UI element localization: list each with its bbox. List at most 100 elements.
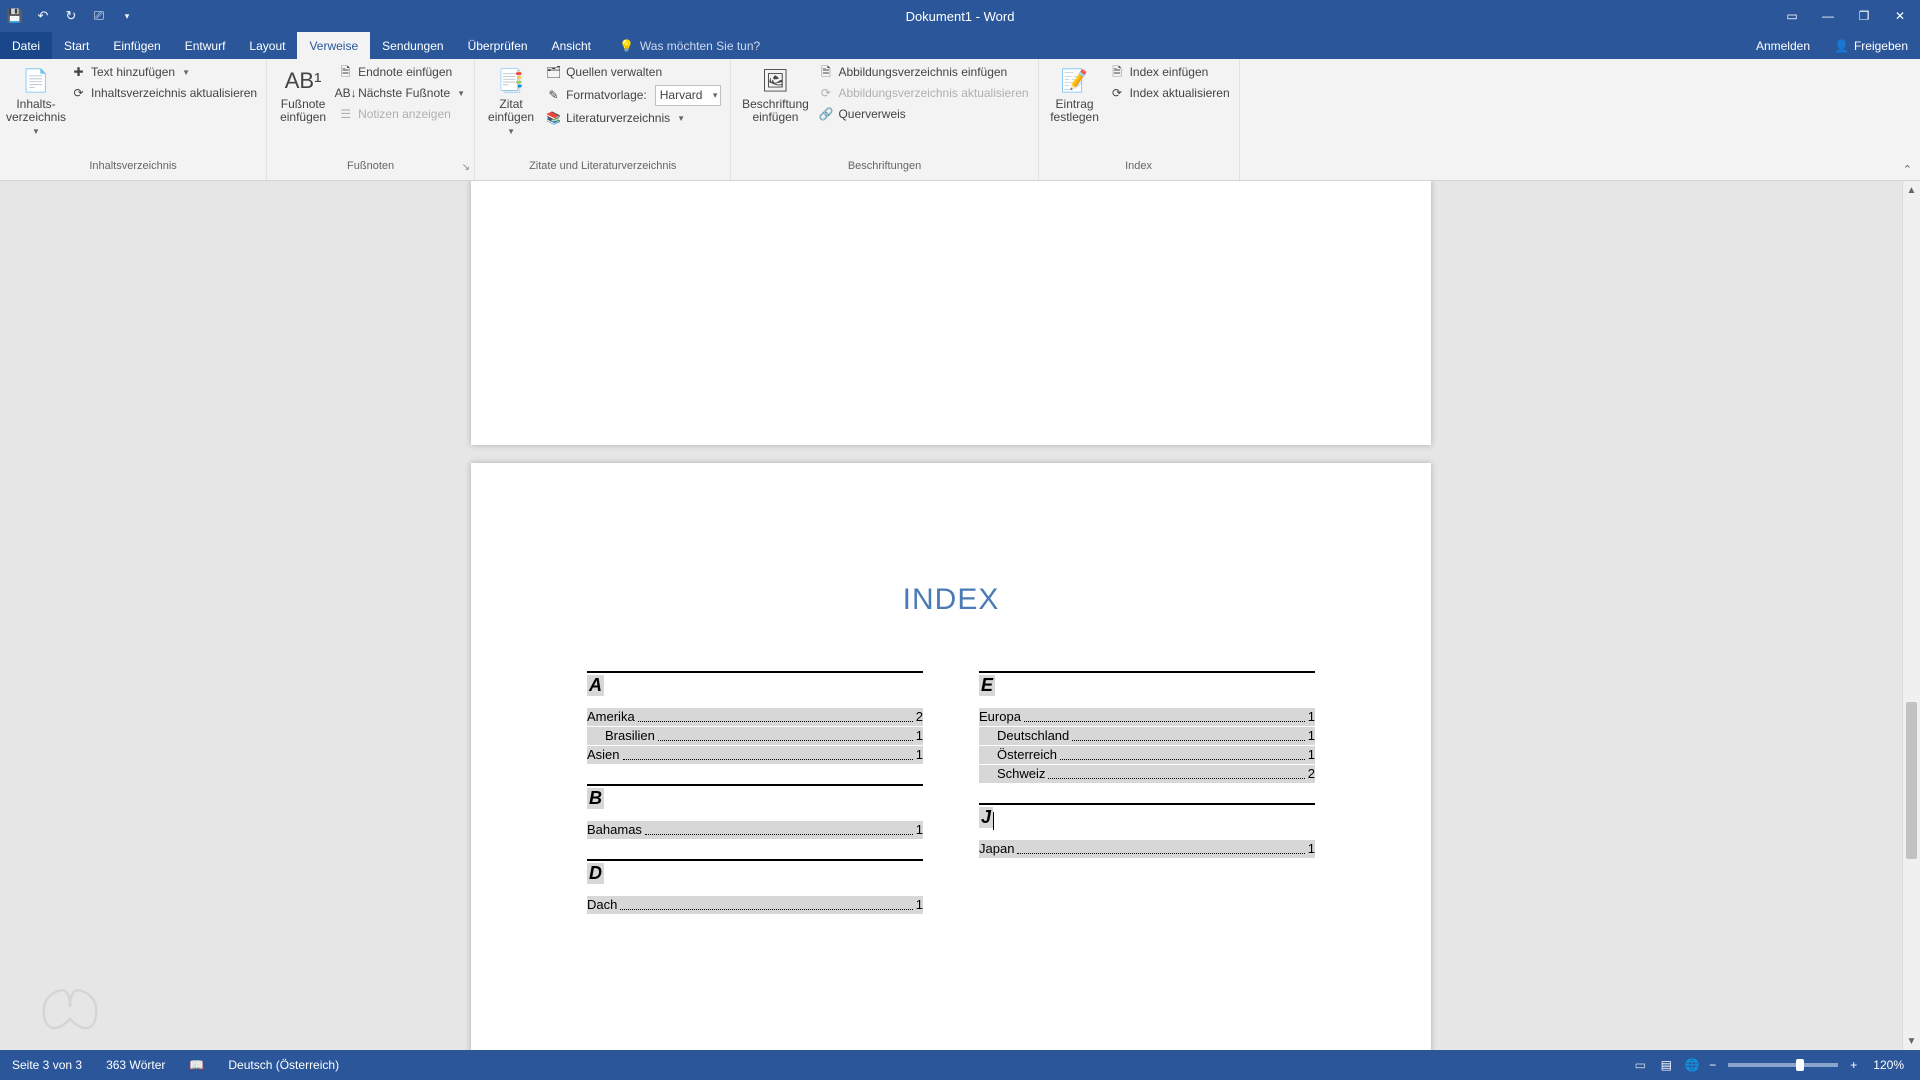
tab-layout[interactable]: Layout bbox=[237, 32, 297, 59]
group-index: 📝 Eintrag festlegen 🗎 Index einfügen ⟳ I… bbox=[1039, 59, 1240, 180]
insert-caption-button[interactable]: 🖼 Beschriftung einfügen bbox=[736, 62, 814, 126]
tab-überprüfen[interactable]: Überprüfen bbox=[456, 32, 540, 59]
zoom-slider-knob[interactable] bbox=[1796, 1059, 1804, 1071]
update-index-icon: ⟳ bbox=[1110, 86, 1125, 101]
insert-endnote-button[interactable]: 🗎 Endnote einfügen bbox=[338, 64, 465, 81]
tab-ansicht[interactable]: Ansicht bbox=[540, 32, 603, 59]
page-current[interactable]: INDEX AAmerika2Brasilien1Asien1BBahamas1… bbox=[471, 463, 1431, 1050]
view-web-layout-icon[interactable]: 🌐 bbox=[1679, 1055, 1705, 1075]
tab-verweise[interactable]: Verweise bbox=[297, 32, 370, 59]
index-entry-label: Österreich bbox=[997, 746, 1057, 764]
index-letter: A bbox=[587, 675, 604, 696]
view-print-layout-icon[interactable]: ▤ bbox=[1653, 1055, 1679, 1075]
ribbon-tabs: Datei StartEinfügenEntwurfLayoutVerweise… bbox=[0, 32, 1920, 59]
index-entry[interactable]: Österreich1 bbox=[979, 746, 1315, 764]
index-entries: Amerika2Brasilien1Asien1 bbox=[587, 708, 923, 764]
vertical-scrollbar[interactable]: ▲ ▼ bbox=[1902, 181, 1920, 1050]
index-entries: Bahamas1 bbox=[587, 821, 923, 839]
chevron-down-icon: ▼ bbox=[182, 64, 190, 81]
tab-einfügen[interactable]: Einfügen bbox=[101, 32, 172, 59]
zoom-in-button[interactable]: + bbox=[1846, 1058, 1861, 1072]
manage-sources-button[interactable]: 🗂 Quellen verwalten bbox=[546, 64, 721, 81]
index-entry[interactable]: Japan1 bbox=[979, 840, 1315, 858]
ribbon-display-options-icon[interactable]: ▭ bbox=[1778, 5, 1806, 27]
text-cursor bbox=[993, 812, 994, 830]
leader-dots bbox=[1048, 765, 1304, 779]
window-controls: ▭ — ❐ ✕ bbox=[1778, 5, 1920, 27]
index-column: EEuropa1Deutschland1Österreich1Schweiz2J… bbox=[979, 671, 1315, 934]
index-entry[interactable]: Asien1 bbox=[587, 746, 923, 764]
customize-qat-icon[interactable]: ▾ bbox=[118, 7, 136, 25]
zoom-slider[interactable] bbox=[1728, 1063, 1838, 1067]
minimize-button[interactable]: — bbox=[1814, 5, 1842, 27]
page-previous[interactable] bbox=[471, 181, 1431, 445]
update-toc-button[interactable]: ⟳ Inhaltsverzeichnis aktualisieren bbox=[71, 85, 257, 102]
group-label: Fußnoten↘ bbox=[267, 160, 474, 180]
sign-in-button[interactable]: Anmelden bbox=[1744, 32, 1822, 59]
index-entry-page: 1 bbox=[916, 896, 923, 914]
insert-citation-button[interactable]: 📑 Zitat einfügen ▼ bbox=[480, 62, 542, 140]
save-icon[interactable]: 💾 bbox=[6, 7, 24, 25]
zoom-level[interactable]: 120% bbox=[1861, 1058, 1920, 1072]
toc-button[interactable]: 📄 Inhalts- verzeichnis ▼ bbox=[5, 62, 67, 140]
tab-sendungen[interactable]: Sendungen bbox=[370, 32, 455, 59]
zoom-out-button[interactable]: − bbox=[1705, 1058, 1720, 1072]
group-label: Inhaltsverzeichnis bbox=[0, 160, 266, 180]
bibliography-button[interactable]: 📚 Literaturverzeichnis ▼ bbox=[546, 110, 721, 127]
insert-index-button[interactable]: 🗎 Index einfügen bbox=[1110, 64, 1230, 81]
tab-start[interactable]: Start bbox=[52, 32, 101, 59]
restore-button[interactable]: ❐ bbox=[1850, 5, 1878, 27]
tab-entwurf[interactable]: Entwurf bbox=[173, 32, 238, 59]
style-combo[interactable]: Harvard bbox=[655, 85, 722, 106]
index-entry[interactable]: Dach1 bbox=[587, 896, 923, 914]
insert-index-icon: 🗎 bbox=[1110, 65, 1125, 80]
index-entry[interactable]: Europa1 bbox=[979, 708, 1315, 726]
tell-me-placeholder: Was möchten Sie tun? bbox=[640, 39, 760, 53]
mark-entry-button[interactable]: 📝 Eintrag festlegen bbox=[1044, 62, 1106, 126]
index-entry[interactable]: Amerika2 bbox=[587, 708, 923, 726]
scroll-up-icon[interactable]: ▲ bbox=[1903, 181, 1920, 199]
citation-style-dropdown[interactable]: ✎ Formatvorlage: Harvard bbox=[546, 85, 721, 106]
next-footnote-button[interactable]: AB↓ Nächste Fußnote ▼ bbox=[338, 85, 465, 102]
crossref-button[interactable]: 🔗 Querverweis bbox=[818, 106, 1028, 123]
index-entries: Europa1Deutschland1Österreich1Schweiz2 bbox=[979, 708, 1315, 783]
document-area[interactable]: INDEX AAmerika2Brasilien1Asien1BBahamas1… bbox=[0, 181, 1902, 1050]
index-section-rule bbox=[587, 859, 923, 861]
leader-dots bbox=[1024, 708, 1305, 722]
group-footnotes: AB¹ Fußnote einfügen 🗎 Endnote einfügen … bbox=[267, 59, 475, 180]
status-language[interactable]: Deutsch (Österreich) bbox=[216, 1058, 351, 1072]
dialog-launcher-icon[interactable]: ↘ bbox=[462, 162, 470, 173]
add-text-button[interactable]: ✚ Text hinzufügen ▼ bbox=[71, 64, 257, 81]
chevron-down-icon: ▼ bbox=[457, 85, 465, 102]
status-page[interactable]: Seite 3 von 3 bbox=[0, 1058, 94, 1072]
redo-icon[interactable]: ↻ bbox=[62, 7, 80, 25]
index-entry[interactable]: Bahamas1 bbox=[587, 821, 923, 839]
touch-mode-icon[interactable]: ⎚ bbox=[90, 7, 108, 25]
index-entry[interactable]: Deutschland1 bbox=[979, 727, 1315, 745]
status-proofing[interactable]: 📖 bbox=[177, 1058, 216, 1072]
manage-sources-icon: 🗂 bbox=[546, 65, 561, 80]
update-tof-button: ⟳ Abbildungsverzeichnis aktualisieren bbox=[818, 85, 1028, 102]
share-button[interactable]: 👤 Freigeben bbox=[1822, 32, 1920, 59]
scrollbar-thumb[interactable] bbox=[1906, 702, 1917, 858]
collapse-ribbon-icon[interactable]: ⌃ bbox=[1903, 163, 1912, 176]
index-entry-label: Amerika bbox=[587, 708, 635, 726]
index-entry-label: Brasilien bbox=[605, 727, 655, 745]
tell-me-search[interactable]: 💡 Was möchten Sie tun? bbox=[603, 32, 760, 59]
title-bar: 💾 ↶ ↻ ⎚ ▾ Dokument1 - Word ▭ — ❐ ✕ bbox=[0, 0, 1920, 32]
index-entry[interactable]: Brasilien1 bbox=[587, 727, 923, 745]
insert-footnote-button[interactable]: AB¹ Fußnote einfügen bbox=[272, 62, 334, 126]
index-entry-label: Asien bbox=[587, 746, 620, 764]
close-button[interactable]: ✕ bbox=[1886, 5, 1914, 27]
tab-file[interactable]: Datei bbox=[0, 32, 52, 59]
update-index-button[interactable]: ⟳ Index aktualisieren bbox=[1110, 85, 1230, 102]
citation-icon: 📑 bbox=[495, 64, 527, 96]
index-entry[interactable]: Schweiz2 bbox=[979, 765, 1315, 783]
insert-tof-button[interactable]: 🗎 Abbildungsverzeichnis einfügen bbox=[818, 64, 1028, 81]
lightbulb-icon: 💡 bbox=[619, 39, 634, 53]
index-entries: Dach1 bbox=[587, 896, 923, 914]
undo-icon[interactable]: ↶ bbox=[34, 7, 52, 25]
view-read-mode-icon[interactable]: ▭ bbox=[1627, 1055, 1653, 1075]
status-word-count[interactable]: 363 Wörter bbox=[94, 1058, 177, 1072]
scroll-down-icon[interactable]: ▼ bbox=[1903, 1032, 1920, 1050]
